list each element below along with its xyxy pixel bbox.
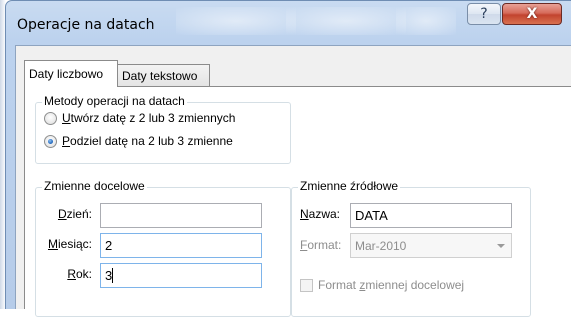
source-vars-group: Zmienne źródłowe Nazwa: DATA Format: Mar… bbox=[291, 179, 531, 317]
radio-create-date[interactable]: Utwórz datę z 2 lub 3 zmiennych bbox=[44, 111, 235, 125]
year-input[interactable]: 3 bbox=[100, 263, 262, 288]
dialog-client-area: Daty liczbowo Daty tekstowo Metody opera… bbox=[15, 45, 571, 317]
tab-label: Daty tekstowo bbox=[122, 68, 198, 83]
checkbox-label: Format zmiennej docelowej bbox=[318, 278, 465, 292]
format-label: Format: bbox=[300, 238, 342, 252]
window-title: Operacje na datach bbox=[17, 17, 155, 33]
target-vars-group: Zmienne docelowe Dzień: Miesiąc: 2 Rok: … bbox=[35, 179, 291, 317]
methods-group: Metody operacji na datach Utwórz datę z … bbox=[35, 94, 291, 164]
month-input[interactable]: 2 bbox=[100, 233, 262, 258]
aero-glass-blur bbox=[176, 7, 296, 35]
radio-split-date[interactable]: Podziel datę na 2 lub 3 zmienne bbox=[44, 134, 233, 148]
aero-glass-blur bbox=[286, 7, 406, 35]
methods-legend: Metody operacji na datach bbox=[42, 94, 187, 108]
chevron-down-icon bbox=[497, 244, 505, 248]
month-label: Miesiąc: bbox=[47, 237, 92, 251]
day-input[interactable] bbox=[100, 203, 262, 228]
close-button[interactable]: X bbox=[502, 3, 562, 25]
radio-button-selected[interactable] bbox=[44, 134, 57, 148]
question-mark-icon: ? bbox=[480, 6, 488, 22]
radio-label: Utwórz datę z 2 lub 3 zmiennych bbox=[62, 111, 236, 125]
name-label: Nazwa: bbox=[300, 207, 341, 221]
tab-daty-tekstowo[interactable]: Daty tekstowo bbox=[117, 64, 210, 86]
format-select[interactable]: Mar-2010 bbox=[350, 233, 512, 258]
day-label: Dzień: bbox=[57, 207, 92, 221]
tab-label: Daty liczbowo bbox=[29, 67, 104, 81]
name-input[interactable]: DATA bbox=[350, 203, 512, 228]
tab-panel: Metody operacji na datach Utwórz datę z … bbox=[24, 86, 571, 317]
title-bar[interactable]: Operacje na datach ? X bbox=[6, 1, 571, 45]
checkbox[interactable] bbox=[300, 278, 313, 292]
aero-glass-blur bbox=[396, 7, 456, 35]
tab-daty-liczbowo[interactable]: Daty liczbowo bbox=[24, 60, 118, 87]
target-vars-legend: Zmienne docelowe bbox=[42, 179, 147, 193]
radio-button[interactable] bbox=[44, 111, 57, 125]
help-button[interactable]: ? bbox=[467, 3, 501, 25]
dialog-window: Operacje na datach ? X Daty liczbowo Dat… bbox=[5, 0, 571, 317]
text-caret bbox=[112, 268, 114, 283]
year-label: Rok: bbox=[67, 267, 92, 281]
close-icon: X bbox=[526, 6, 538, 22]
source-vars-legend: Zmienne źródłowe bbox=[298, 179, 401, 193]
target-format-checkbox[interactable]: Format zmiennej docelowej bbox=[300, 278, 464, 292]
radio-label: Podziel datę na 2 lub 3 zmienne bbox=[62, 134, 233, 148]
